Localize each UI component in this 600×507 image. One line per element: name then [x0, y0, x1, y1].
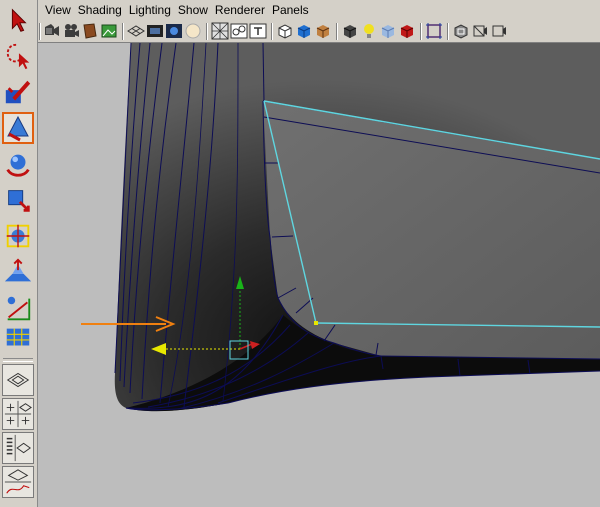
menu-panels[interactable]: Panels: [269, 0, 313, 17]
menu-shading[interactable]: Shading: [75, 0, 126, 17]
graph-persp-layout-button[interactable]: [2, 466, 34, 498]
frame-all-icon: [492, 25, 506, 37]
xray-button[interactable]: [230, 22, 248, 40]
toolbar-separator: [336, 23, 338, 40]
rotate-tool-button[interactable]: [2, 148, 34, 180]
resolution-gate-2-icon: [426, 23, 442, 39]
safe-action-icon: [185, 23, 201, 39]
menu-view[interactable]: View: [38, 0, 75, 17]
image-plane-icon: [101, 24, 117, 38]
panel-menu-bar: View Shading Lighting Show Renderer Panels: [38, 0, 600, 20]
four-pane-layout-icon: [4, 400, 32, 428]
toolbar-separator: [271, 23, 273, 40]
lasso-tool-button[interactable]: [2, 40, 34, 72]
smooth-shade-button[interactable]: [276, 22, 294, 40]
grid-toggle-icon: [127, 25, 145, 37]
show-manipulator-icon: [7, 296, 31, 321]
universal-manipulator-button[interactable]: [2, 220, 34, 252]
isolate-select-button[interactable]: [360, 22, 378, 40]
resolution-gate-2-button[interactable]: [425, 22, 443, 40]
panel-toolbar: [38, 20, 600, 43]
paint-selection-tool-icon: [5, 80, 31, 104]
field-chart-icon: [211, 22, 229, 40]
frame-selection-button[interactable]: [471, 22, 489, 40]
graph-persp-layout-icon: [4, 469, 32, 494]
safe-action-button[interactable]: [184, 22, 202, 40]
soft-modification-tool-button[interactable]: [2, 256, 34, 288]
paint-selection-tool-button[interactable]: [2, 76, 34, 108]
frame-all-button[interactable]: [490, 22, 508, 40]
select-camera-icon: [45, 24, 59, 36]
scale-tool-button[interactable]: [2, 184, 34, 216]
four-pane-layout-button[interactable]: [2, 398, 34, 430]
textured-icon: [297, 25, 311, 38]
high-quality-icon: [381, 25, 395, 38]
toolbox: [0, 0, 38, 507]
rotate-tool-icon: [6, 154, 30, 177]
selected-vertex[interactable]: [314, 321, 318, 325]
outliner-persp-layout-icon: [6, 434, 31, 462]
smooth-shade-icon: [278, 24, 292, 39]
menu-lighting[interactable]: Lighting: [126, 0, 175, 17]
toolbox-separator: [3, 358, 33, 362]
grid-toggle-button[interactable]: [127, 22, 145, 40]
scale-tool-icon: [8, 190, 30, 212]
shadows-button[interactable]: [341, 22, 359, 40]
camera-attributes-button[interactable]: [62, 22, 80, 40]
lasso-tool-icon: [6, 43, 30, 70]
wireframe-button[interactable]: [249, 22, 267, 40]
viewport-canvas: [81, 43, 600, 412]
bookmarks-button[interactable]: [81, 22, 99, 40]
toolbar-separator: [39, 23, 41, 40]
high-quality-button[interactable]: [379, 22, 397, 40]
last-tool-used-icon: [6, 328, 30, 346]
resolution-gate-icon: [166, 24, 182, 38]
isolate-select-icon: [364, 24, 374, 38]
safe-title-button[interactable]: [452, 22, 470, 40]
field-chart-button[interactable]: [211, 22, 229, 40]
toolbar-separator: [420, 23, 422, 40]
use-all-lights-icon: [316, 25, 330, 38]
frame-selection-icon: [473, 25, 487, 37]
xray-icon: [230, 23, 248, 39]
toolbar-separator: [206, 23, 208, 40]
single-pane-layout-icon: [6, 372, 30, 388]
menu-renderer[interactable]: Renderer: [212, 0, 269, 17]
menu-show[interactable]: Show: [175, 0, 212, 17]
shade-selected-button[interactable]: [398, 22, 416, 40]
outliner-persp-layout-button[interactable]: [2, 432, 34, 464]
select-tool-icon: [11, 8, 27, 32]
universal-manipulator-icon: [6, 224, 30, 248]
move-tool-icon: [7, 115, 29, 142]
shade-selected-icon: [400, 25, 414, 38]
show-manipulator-button[interactable]: [2, 292, 34, 324]
film-gate-button[interactable]: [146, 22, 164, 40]
select-camera-button[interactable]: [43, 22, 61, 40]
perspective-viewport[interactable]: [38, 43, 600, 507]
bookmarks-icon: [83, 23, 97, 39]
move-tool-button[interactable]: [2, 112, 34, 144]
use-all-lights-button[interactable]: [314, 22, 332, 40]
toolbar-separator: [122, 23, 124, 40]
toolbar-separator: [447, 23, 449, 40]
shadows-icon: [343, 25, 357, 38]
last-tool-used-button[interactable]: [2, 322, 34, 354]
resolution-gate-button[interactable]: [165, 22, 183, 40]
camera-attributes-icon: [65, 24, 79, 37]
image-plane-button[interactable]: [100, 22, 118, 40]
wireframe-icon: [249, 23, 267, 39]
soft-modification-tool-icon: [4, 258, 32, 282]
safe-title-icon: [454, 24, 468, 39]
single-pane-layout-button[interactable]: [2, 364, 34, 396]
select-tool-button[interactable]: [2, 4, 34, 36]
textured-button[interactable]: [295, 22, 313, 40]
film-gate-icon: [147, 25, 163, 37]
